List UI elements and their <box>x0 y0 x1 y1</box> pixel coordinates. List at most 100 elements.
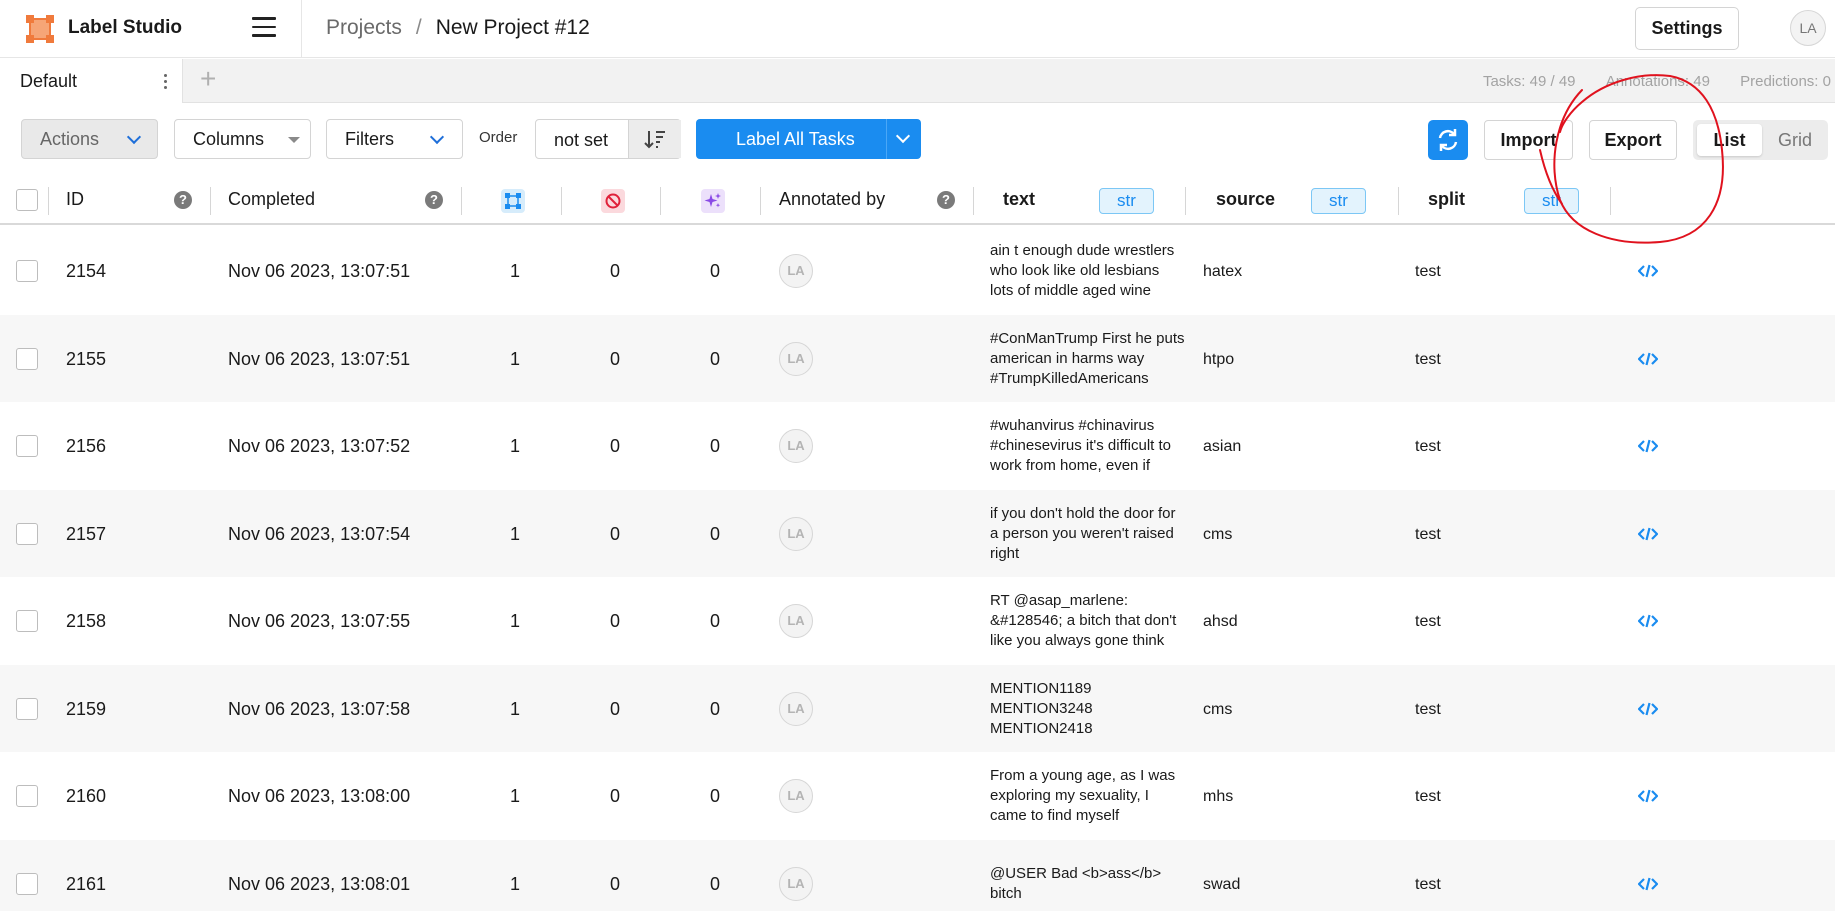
task-source: cms <box>1203 700 1233 718</box>
label-all-tasks-button[interactable]: Label All Tasks <box>696 119 921 159</box>
tab-default[interactable]: Default <box>0 59 183 103</box>
predictions-count-icon[interactable] <box>701 189 725 213</box>
annotations-count-icon[interactable] <box>501 189 525 213</box>
code-icon[interactable] <box>1638 526 1658 542</box>
completed-date: Nov 06 2023, 13:08:01 <box>228 873 411 894</box>
list-view-button[interactable]: List <box>1697 124 1762 156</box>
row-checkbox[interactable] <box>16 260 38 282</box>
help-icon[interactable]: ? <box>937 191 955 209</box>
table-row[interactable]: 2161 Nov 06 2023, 13:08:01 1 0 0 LA @USE… <box>0 839 1835 911</box>
chevron-down-icon[interactable] <box>895 128 911 144</box>
grid-view-button[interactable]: Grid <box>1765 124 1825 156</box>
help-icon[interactable]: ? <box>174 191 192 209</box>
settings-button[interactable]: Settings <box>1635 7 1739 50</box>
annotations-count: 1 <box>509 611 520 631</box>
export-button[interactable]: Export <box>1589 120 1677 160</box>
predictions-count: 0 <box>709 348 720 369</box>
task-source: swad <box>1203 875 1241 893</box>
import-button[interactable]: Import <box>1484 120 1573 160</box>
column-divider[interactable] <box>1398 187 1399 215</box>
filters-label: Filters <box>345 128 394 149</box>
help-icon[interactable]: ? <box>425 191 443 209</box>
task-text: MENTION1189 MENTION3248 MENTION2418 <box>990 679 1093 737</box>
row-checkbox[interactable] <box>16 785 38 807</box>
task-source: htpo <box>1203 350 1235 368</box>
column-header-source[interactable]: source <box>1216 189 1275 210</box>
column-header-completed[interactable]: Completed <box>228 189 315 210</box>
completed-date: Nov 06 2023, 13:07:51 <box>228 261 411 281</box>
table-row[interactable]: 2155 Nov 06 2023, 13:07:51 1 0 0 LA #Con… <box>0 314 1835 402</box>
predictions-count: 0 <box>709 436 720 456</box>
label-studio-logo-icon[interactable] <box>26 15 54 43</box>
table-row[interactable]: 2157 Nov 06 2023, 13:07:54 1 0 0 LA if y… <box>0 489 1835 577</box>
column-divider[interactable] <box>461 187 462 215</box>
column-header-annotated-by[interactable]: Annotated by <box>779 189 885 210</box>
table-row[interactable]: 2160 Nov 06 2023, 13:08:00 1 0 0 LA From… <box>0 752 1835 840</box>
cancelled-count-icon[interactable] <box>601 189 625 213</box>
column-divider[interactable] <box>1185 187 1186 215</box>
cancelled-count: 0 <box>609 436 620 456</box>
code-icon[interactable] <box>1638 876 1658 892</box>
code-icon[interactable] <box>1638 788 1658 804</box>
column-header-id[interactable]: ID <box>66 189 84 210</box>
user-avatar[interactable]: LA <box>1790 10 1826 46</box>
column-header-split[interactable]: split <box>1428 189 1465 210</box>
table-row[interactable]: 2154 Nov 06 2023, 13:07:51 1 0 0 LA ain … <box>0 227 1835 315</box>
annotations-count: 1 <box>509 261 520 281</box>
code-icon[interactable] <box>1638 263 1658 279</box>
columns-dropdown[interactable]: Columns <box>174 119 311 159</box>
chevron-down-icon <box>126 129 142 145</box>
code-icon[interactable] <box>1638 613 1658 629</box>
column-divider[interactable] <box>973 187 974 215</box>
code-icon[interactable] <box>1638 351 1658 367</box>
actions-dropdown[interactable]: Actions <box>21 119 158 159</box>
app-name[interactable]: Label Studio <box>68 17 182 39</box>
row-checkbox[interactable] <box>16 522 38 545</box>
order-select[interactable]: not set <box>535 119 681 159</box>
refresh-icon <box>1438 129 1458 151</box>
row-checkbox[interactable] <box>16 435 38 457</box>
code-icon[interactable] <box>1638 438 1658 454</box>
table-row[interactable]: 2158 Nov 06 2023, 13:07:55 1 0 0 LA RT @… <box>0 577 1835 665</box>
column-divider[interactable] <box>561 187 562 215</box>
task-table-body: 2154 Nov 06 2023, 13:07:51 1 0 0 LA ain … <box>0 227 1835 911</box>
table-row[interactable]: 2159 Nov 06 2023, 13:07:58 1 0 0 LA MENT… <box>0 664 1835 752</box>
table-row[interactable]: 2156 Nov 06 2023, 13:07:52 1 0 0 LA #wuh… <box>0 402 1835 490</box>
task-split: test <box>1415 350 1441 368</box>
menu-icon[interactable] <box>252 17 276 39</box>
select-all-checkbox[interactable] <box>16 189 38 211</box>
code-icon[interactable] <box>1638 701 1658 717</box>
add-tab-icon[interactable]: + <box>200 65 216 93</box>
row-checkbox[interactable] <box>16 610 38 632</box>
order-value[interactable]: not set <box>554 130 608 151</box>
predictions-count: 0 <box>709 786 720 806</box>
predictions-count: 0 <box>709 523 720 544</box>
columns-label: Columns <box>193 128 265 149</box>
row-checkbox[interactable] <box>16 347 38 370</box>
task-source: mhs <box>1203 788 1234 805</box>
annotations-count: 1 <box>509 523 520 544</box>
annotator-avatar: LA <box>779 341 813 376</box>
task-stats: Tasks: 49 / 49 Annotations: 49 Predictio… <box>1457 73 1831 90</box>
task-text: if you don't hold the door for a person … <box>990 504 1176 562</box>
sort-direction-button[interactable] <box>628 120 681 158</box>
toolbar: Actions Columns Filters Order not set La… <box>0 104 1835 176</box>
chevron-down-icon <box>429 129 445 145</box>
annotator-avatar: LA <box>779 516 813 551</box>
column-divider[interactable] <box>760 187 761 215</box>
task-text: RT @asap_marlene: &#128546; a bitch that… <box>990 592 1177 649</box>
breadcrumb-projects-link[interactable]: Projects <box>326 16 402 39</box>
row-checkbox[interactable] <box>16 697 38 720</box>
view-toggle: List Grid <box>1693 120 1828 160</box>
annotations-count: 1 <box>509 786 520 806</box>
completed-date: Nov 06 2023, 13:07:55 <box>228 611 411 631</box>
annotator-avatar: LA <box>779 779 813 813</box>
column-divider[interactable] <box>1610 187 1611 215</box>
column-divider[interactable] <box>660 187 661 215</box>
column-divider[interactable] <box>210 187 211 215</box>
column-header-text[interactable]: text <box>1003 189 1035 210</box>
refresh-button[interactable] <box>1428 120 1468 160</box>
tab-options-icon[interactable] <box>164 74 168 92</box>
filters-dropdown[interactable]: Filters <box>326 119 463 159</box>
row-checkbox[interactable] <box>16 872 38 895</box>
